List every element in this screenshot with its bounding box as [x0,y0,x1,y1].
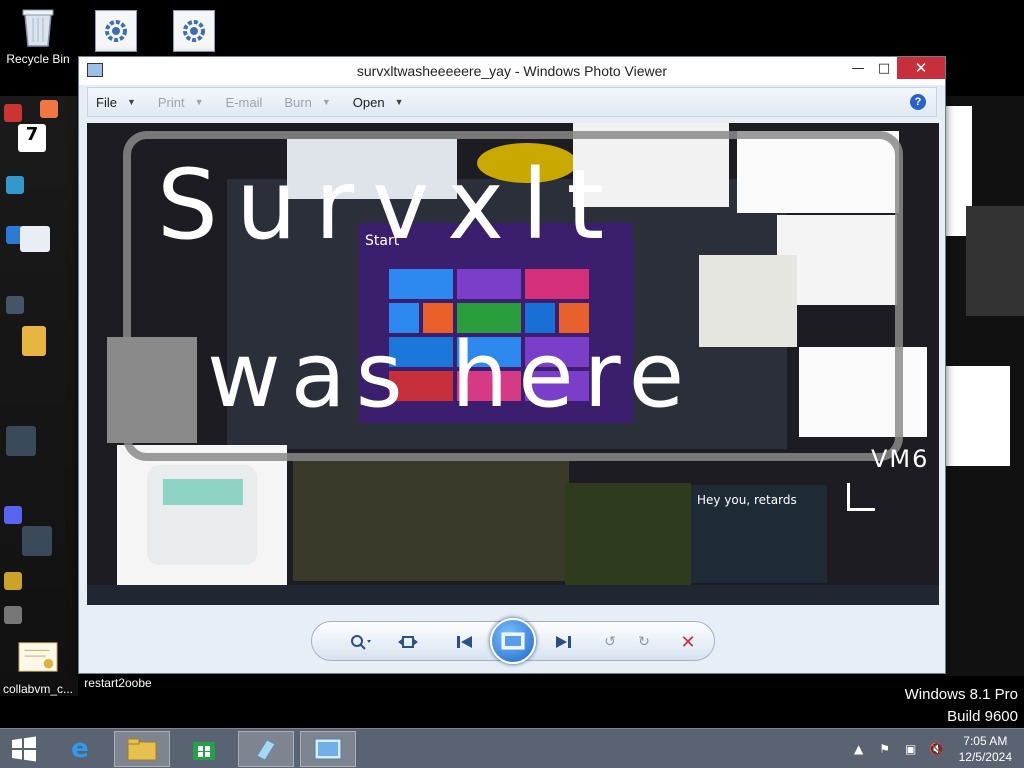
os-edition: Windows 8.1 Pro [904,686,1018,703]
menu-burn-label: Burn [284,94,312,110]
viewer-controls: ↺ ↻ ✕ [311,618,715,664]
previous-icon[interactable] [450,632,480,652]
menu-open-label: Open [352,94,385,110]
title-bar[interactable]: survxltwasheeeeere_yay - Windows Photo V… [79,57,945,85]
app-icon [4,606,22,624]
photo-collage-image [293,461,569,581]
help-icon[interactable]: ? [910,94,926,110]
photo-viewer-app-icon[interactable] [87,63,103,77]
settings-shortcut-2[interactable] [156,10,232,56]
menu-print-label: Print [157,94,185,110]
folder-icon [22,326,46,356]
chevron-down-icon: ▼ [126,97,136,107]
file-explorer-button[interactable] [114,731,170,767]
clock-time: 7:05 AM [963,734,1008,748]
delete-icon[interactable]: ✕ [676,632,700,653]
app-button[interactable] [238,731,294,767]
close-button[interactable]: ✕ [897,57,945,79]
plush-image-large [117,445,287,585]
chevron-down-icon: ▼ [194,97,204,107]
collabvm-cert-label: collabvm_c... [2,682,74,696]
certificate-icon [17,636,59,678]
gear-icon [173,10,215,52]
menu-email-label: E-mail [225,94,263,110]
menu-burn[interactable]: Burn ▼ [284,95,330,110]
window-title: survxltwasheeeeere_yay - Windows Photo V… [356,63,668,79]
computer-icon [6,426,36,456]
actual-size-icon[interactable] [396,632,420,652]
command-bar: File ▼ Print ▼ E-mail Burn ▼ Open ▼ ? [87,87,937,117]
recycle-bin-icon [17,6,59,48]
discord-message-image: Hey you, retards [691,485,827,583]
app-icon [4,104,22,122]
nested-taskbar [87,585,939,605]
next-icon[interactable] [548,632,578,652]
gear-icon [20,226,50,252]
menu-file[interactable]: File ▼ [96,95,136,110]
collabvm-cert-shortcut[interactable]: collabvm_c... [0,636,76,696]
slideshow-icon [501,632,525,650]
background-desktop-left: 7 [0,96,78,696]
maximize-button[interactable]: □ [871,57,897,79]
app-icon [256,739,276,761]
network-icon[interactable]: ▣ [901,741,921,757]
gear-icon [95,10,137,52]
os-build: Build 9600 [947,708,1018,725]
photo-viewer-icon [314,738,342,760]
scrawl-line-2: was here [207,323,695,428]
restart-shortcut[interactable]: restart2oobe [78,676,158,690]
menu-email[interactable]: E-mail [226,95,263,110]
store-icon [193,742,215,760]
internet-explorer-icon: e [71,734,89,764]
recycle-bin-icon-shortcut[interactable]: Recycle Bin [0,6,76,66]
7zip-icon: 7 [18,124,46,152]
arrow-icon [847,483,875,511]
rotate-left-icon[interactable]: ↺ [598,632,622,652]
settings-shortcut-1[interactable] [78,10,154,56]
folder-icon [127,738,157,761]
menu-print[interactable]: Print ▼ [158,95,204,110]
clock-date: 12/5/2024 [958,750,1012,764]
discord-icon [4,506,22,524]
scrawl-line-1: Survxlt [157,149,623,261]
steam-icon [6,296,24,314]
clock[interactable]: 7:05 AM 12/5/2024 [959,733,1012,765]
slideshow-button[interactable] [490,618,536,664]
zoom-icon[interactable] [344,632,378,652]
windows-logo-icon [12,736,36,762]
minimize-button[interactable]: — [845,57,871,79]
internet-explorer-button[interactable]: e [52,731,108,767]
recycle-bin-label: Recycle Bin [6,52,70,66]
start-button[interactable] [0,731,48,767]
chevron-down-icon: ▼ [394,97,404,107]
restart-label: restart2oobe [84,676,152,690]
menu-open[interactable]: Open ▼ [353,95,404,110]
photo-viewer-taskbar-button[interactable] [300,731,356,767]
system-tray: ▲ ⚑ ▣ 🔇 7:05 AM 12/5/2024 [849,729,1024,768]
taskbar: e ▲ ⚑ ▣ 🔇 7:05 AM 12/5/2024 [0,728,1024,768]
photo-viewer-window: survxltwasheeeeere_yay - Windows Photo V… [78,56,946,674]
rotate-right-icon[interactable]: ↻ [632,632,656,652]
show-hidden-icons-icon[interactable]: ▲ [849,741,869,757]
app-icon [6,176,24,194]
action-center-flag-icon[interactable]: ⚑ [875,741,895,757]
photo-display[interactable]: Start Hey you, retards Survxlt was here … [87,123,939,605]
computer-icon [22,526,52,556]
volume-muted-icon[interactable]: 🔇 [927,741,947,757]
windows-watermark: Windows 8.1 Pro Build 9600 [905,684,1018,728]
background-desktop-right [946,96,1024,676]
vm-label: VM6 [871,445,930,473]
app-icon [40,100,58,118]
menu-file-label: File [96,94,117,110]
app-icon [4,572,22,590]
store-button[interactable] [176,731,232,767]
dirt-game-image [565,483,691,593]
chevron-down-icon: ▼ [321,97,331,107]
meme-text: Hey you, retards [697,493,797,507]
